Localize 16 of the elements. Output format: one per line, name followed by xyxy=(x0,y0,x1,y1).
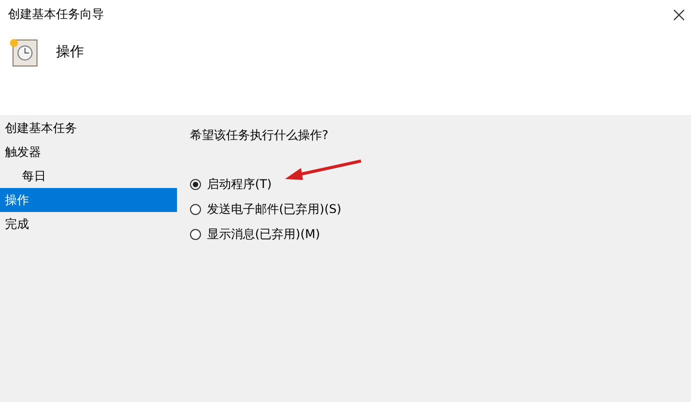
option-label[interactable]: 发送电子邮件(已弃用)(S) xyxy=(207,201,342,218)
close-icon[interactable] xyxy=(673,8,685,20)
radio-button[interactable] xyxy=(190,204,201,215)
sidebar-item[interactable]: 操作 xyxy=(0,188,177,212)
sidebar-item[interactable]: 创建基本任务 xyxy=(0,116,177,140)
sidebar-item[interactable]: 完成 xyxy=(0,212,177,236)
radio-button[interactable] xyxy=(190,179,201,190)
option-label[interactable]: 启动程序(T) xyxy=(207,176,272,193)
sidebar-item[interactable]: 触发器 xyxy=(0,140,177,164)
page-heading: 操作 xyxy=(56,43,84,61)
window-title: 创建基本任务向导 xyxy=(8,6,104,23)
option-label[interactable]: 显示消息(已弃用)(M) xyxy=(207,226,320,243)
clock-icon xyxy=(8,37,38,67)
radio-button[interactable] xyxy=(190,229,201,240)
question-text: 希望该任务执行什么操作? xyxy=(190,127,330,144)
sidebar-item[interactable]: 每日 xyxy=(0,164,177,188)
